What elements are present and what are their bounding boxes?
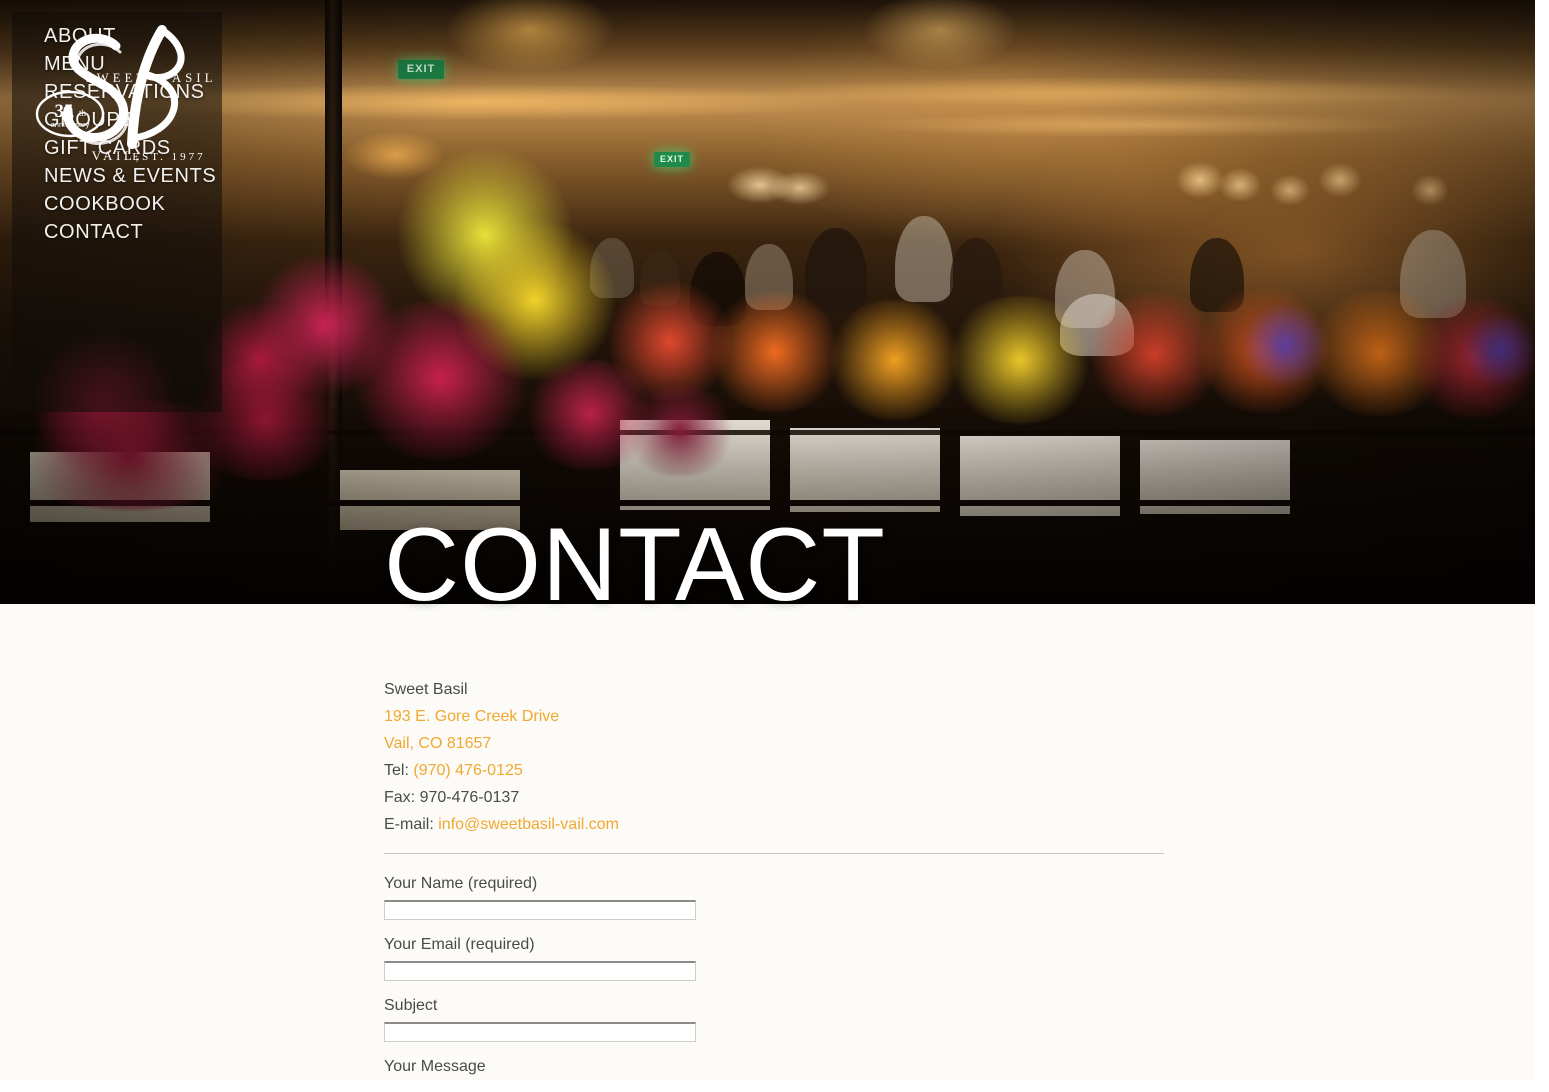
svg-text:anniversary: anniversary (51, 120, 90, 129)
nav-link-cookbook[interactable]: COOKBOOK (44, 190, 222, 218)
svg-text:EST. 1977: EST. 1977 (132, 151, 205, 163)
field-your-name: Your Name (required) (384, 873, 1164, 920)
address-link-2[interactable]: Vail, CO 81657 (384, 735, 491, 752)
nav-item-contact[interactable]: CONTACT (44, 218, 222, 246)
contact-form: Your Name (required) Your Email (require… (384, 873, 1164, 1092)
fax-line: Fax: 970-476-0137 (384, 784, 1164, 811)
svg-text:SWEET: SWEET (86, 71, 149, 85)
page-title: CONTACT (384, 507, 886, 623)
label-your-message: Your Message (384, 1058, 486, 1075)
nav-link-contact[interactable]: CONTACT (44, 218, 222, 246)
address-link-1[interactable]: 193 E. Gore Creek Drive (384, 708, 559, 725)
label-your-email: Your Email (required) (384, 936, 535, 953)
content-divider (384, 853, 1164, 854)
svg-text:ASIL: ASIL (172, 71, 217, 85)
input-subject[interactable] (384, 1022, 696, 1042)
page-right-gutter (1535, 0, 1549, 1080)
svg-text:35: 35 (55, 101, 74, 122)
email-link[interactable]: info@sweetbasil-vail.com (438, 816, 619, 833)
field-your-email: Your Email (required) (384, 934, 1164, 981)
business-name: Sweet Basil (384, 681, 468, 698)
label-your-name: Your Name (required) (384, 875, 538, 892)
telephone-line: Tel: (970) 476-0125 (384, 757, 1164, 784)
field-subject: Subject (384, 995, 1164, 1042)
address-line-2: Vail, CO 81657 (384, 730, 1164, 757)
svg-text:th: th (79, 108, 87, 118)
fax-value: 970-476-0137 (419, 789, 520, 806)
telephone-link[interactable]: (970) 476-0125 (413, 762, 522, 779)
fax-label: Fax: (384, 789, 416, 806)
telephone-label: Tel: (384, 762, 409, 779)
contact-details: Sweet Basil 193 E. Gore Creek Drive Vail… (384, 676, 1164, 838)
input-your-name[interactable] (384, 900, 696, 920)
nav-item-cookbook[interactable]: COOKBOOK (44, 190, 222, 218)
site-nav-panel: SWEET ASIL 35 th anniversary VAIL, EST. … (12, 12, 222, 412)
label-subject: Subject (384, 997, 438, 1014)
email-line: E-mail: info@sweetbasil-vail.com (384, 811, 1164, 838)
email-label: E-mail: (384, 816, 434, 833)
address-line-1: 193 E. Gore Creek Drive (384, 703, 1164, 730)
input-your-email[interactable] (384, 961, 696, 981)
field-your-message: Your Message (384, 1056, 1164, 1078)
